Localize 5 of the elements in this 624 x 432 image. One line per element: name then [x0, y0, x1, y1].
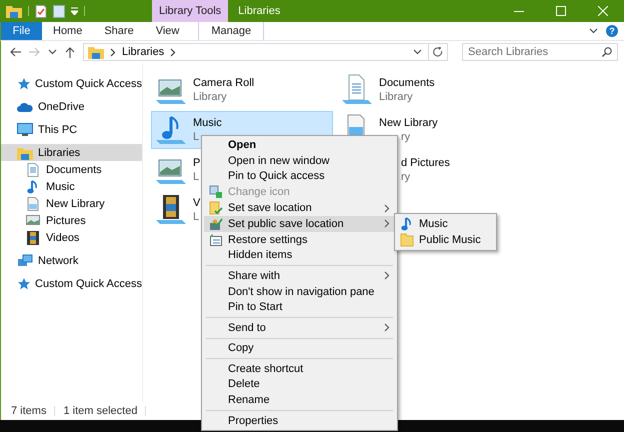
contextual-tab-header: Library Tools	[152, 0, 228, 22]
search-placeholder: Search Libraries	[468, 46, 548, 58]
item-count: 7 items	[11, 405, 46, 417]
selection-count: 1 item selected	[63, 405, 138, 417]
window-title: Libraries	[237, 4, 282, 19]
